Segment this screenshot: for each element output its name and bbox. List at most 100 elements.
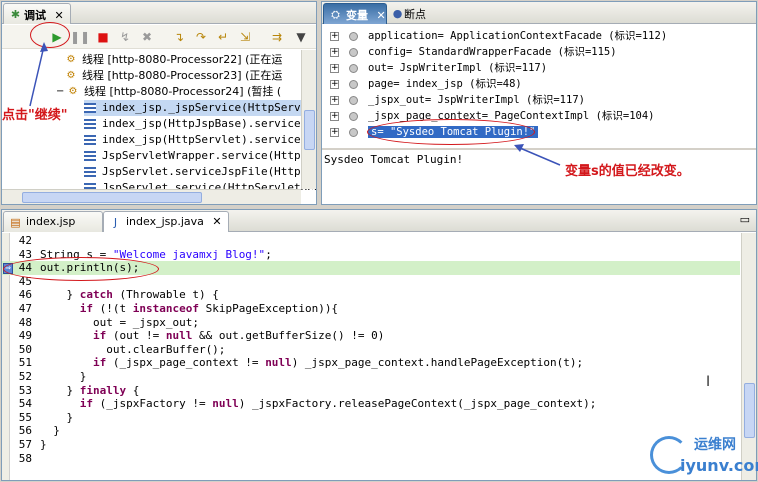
line-number: 56 (18, 424, 32, 438)
println-highlight-circle (3, 257, 159, 281)
stack-frame-icon (84, 103, 96, 113)
code-line[interactable]: 54 if (_jspxFactory != null) _jspxFactor… (2, 397, 740, 411)
expand-icon[interactable]: + (330, 127, 339, 137)
variable-row[interactable]: + out= JspWriterImpl (标识=117) (330, 60, 547, 76)
collapse-icon[interactable]: − (56, 85, 64, 99)
code-text: } (40, 438, 47, 451)
menu-icon[interactable]: ▼ (292, 28, 310, 46)
line-number: 50 (18, 342, 32, 356)
maximize-icon[interactable]: ▭ (740, 213, 750, 226)
line-number: 53 (18, 383, 32, 397)
tab-breakpoints[interactable]: ● 断点 (388, 3, 432, 24)
variable-row[interactable]: + application= ApplicationContextFacade (… (330, 28, 667, 44)
code-line[interactable]: 53 } finally { (2, 384, 740, 398)
terminate-icon[interactable]: ■ (94, 28, 112, 46)
stack-frame[interactable]: JspServletWrapper.service(HttpSer (84, 148, 316, 164)
variables-icon: ⛭ (331, 8, 340, 21)
step-into-icon[interactable]: ↴ (170, 28, 188, 46)
line-number: 48 (18, 315, 32, 329)
drop-to-frame-icon[interactable]: ⇲ (236, 28, 254, 46)
code-text: out.clearBuffer(); (40, 342, 226, 356)
resume-highlight-circle (30, 22, 70, 48)
code-line[interactable]: 48 out = _jspx_out; (2, 316, 740, 330)
code-line[interactable]: 55 } (2, 411, 740, 425)
code-text: } (40, 370, 87, 383)
line-number: 42 (18, 234, 32, 247)
code-line[interactable]: 56 } (2, 424, 740, 438)
use-step-filters-icon[interactable]: ⇉ (268, 28, 286, 46)
code-text: out = _jspx_out; (40, 315, 199, 329)
text-cursor-icon: I (706, 374, 711, 390)
suspend-icon[interactable]: ❚❚ (70, 28, 90, 46)
step-over-icon[interactable]: ↷ (192, 28, 210, 46)
code-line[interactable]: 50 out.clearBuffer(); (2, 343, 740, 357)
field-icon (349, 95, 358, 105)
field-icon (349, 111, 358, 121)
variables-view: ⛭ 变量 ✕ ● 断点 + application= ApplicationCon… (321, 1, 757, 205)
code-line[interactable]: 42 (2, 234, 740, 248)
stack-frame[interactable]: index_jsp._jspService(HttpServlet (84, 100, 316, 116)
stack-frame-icon (84, 151, 96, 161)
close-icon[interactable]: ✕ (212, 215, 221, 228)
jsp-file-icon: ▤ (10, 216, 21, 229)
code-line[interactable]: 52 } (2, 370, 740, 384)
stack-frame[interactable]: JspServlet.serviceJspFile(HttpSer (84, 164, 316, 180)
editor-tabbar: ▤ index.jsp J index_jsp.java ✕ ▭ (2, 210, 756, 232)
debug-vertical-scrollbar[interactable] (301, 50, 316, 189)
code-text: if (_jspxFactory != null) _jspxFactory.r… (79, 397, 597, 411)
expand-icon[interactable]: + (330, 79, 339, 89)
line-number: 55 (18, 410, 32, 424)
expand-icon[interactable]: + (330, 31, 339, 41)
code-line[interactable]: 46 } catch (Throwable t) { (2, 288, 740, 302)
variable-row[interactable]: + _jspx_out= JspWriterImpl (标识=117) (330, 92, 585, 108)
close-icon[interactable]: ✕ (377, 9, 386, 22)
thread-row[interactable]: ⚙ 线程 [http-8080-Processor23] (正在运 (64, 68, 283, 84)
disconnect-icon[interactable]: ↯ (116, 28, 134, 46)
stack-frame[interactable]: index_jsp(HttpServlet).service(Se (84, 132, 316, 148)
scroll-thumb[interactable] (304, 110, 315, 150)
tab-variables[interactable]: ⛭ 变量 ✕ (323, 3, 387, 24)
thread-row[interactable]: ⚙ 线程 [http-8080-Processor22] (正在运 (64, 52, 283, 68)
thread-row-suspended[interactable]: − ⚙ 线程 [http-8080-Processor24] (暂挂 ( (56, 84, 281, 100)
expand-icon[interactable]: + (330, 47, 339, 57)
expand-icon[interactable]: + (330, 95, 339, 105)
tab-debug[interactable]: ✱ 调试 ✕ (3, 3, 71, 24)
tab-index-jsp-java[interactable]: J index_jsp.java ✕ (103, 211, 229, 232)
scroll-thumb[interactable] (22, 192, 202, 203)
variable-s-highlight-circle (367, 119, 535, 145)
code-line[interactable]: 57} (2, 438, 740, 452)
step-return-icon[interactable]: ↵ (214, 28, 232, 46)
variable-row[interactable]: + config= StandardWrapperFacade (标识=115) (330, 44, 617, 60)
code-line[interactable]: 58 (2, 452, 740, 466)
thread-icon: ⚙ (66, 70, 76, 81)
close-icon[interactable]: ✕ (55, 9, 64, 22)
watermark: 运维网 iyunv.com (650, 430, 758, 478)
expand-icon[interactable]: + (330, 63, 339, 73)
variable-row[interactable]: + page= index_jsp (标识=48) (330, 76, 522, 92)
code-line[interactable]: 49 if (out != null && out.getBufferSize(… (2, 329, 740, 343)
variable-detail-pane[interactable]: Sysdeo Tomcat Plugin! (322, 148, 756, 204)
debug-horizontal-scrollbar[interactable] (2, 189, 301, 204)
stack-frame-icon (84, 119, 96, 129)
code-line[interactable]: 47 if (!(t instanceof SkipPageException)… (2, 302, 740, 316)
value-changed-note: 变量s的值已经改变。 (565, 164, 690, 179)
bug-icon: ✱ (10, 8, 21, 21)
line-number: 51 (18, 356, 32, 370)
suspended-thread-icon: ⚙ (68, 86, 78, 97)
code-line[interactable]: 51 if (_jspx_page_context != null) _jspx… (2, 356, 740, 370)
resume-note: 点击"继续" (2, 108, 68, 123)
line-number: 57 (18, 438, 32, 451)
field-icon (349, 47, 358, 57)
code-text: } (40, 410, 74, 424)
code-text: } (40, 424, 60, 438)
tab-index-jsp[interactable]: ▤ index.jsp (3, 211, 103, 232)
remove-icon[interactable]: ✖ (138, 28, 156, 46)
field-icon (349, 127, 358, 137)
field-icon (349, 31, 358, 41)
code-text: if (!(t instanceof SkipPageException)){ (79, 302, 339, 315)
expand-icon[interactable]: + (330, 111, 339, 121)
stack-frame[interactable]: index_jsp(HttpJspBase).service(Ht (84, 116, 316, 132)
line-number: 58 (18, 451, 32, 465)
debug-tabbar: ✱ 调试 ✕ (2, 2, 316, 24)
code-text: } finally { (40, 383, 140, 397)
